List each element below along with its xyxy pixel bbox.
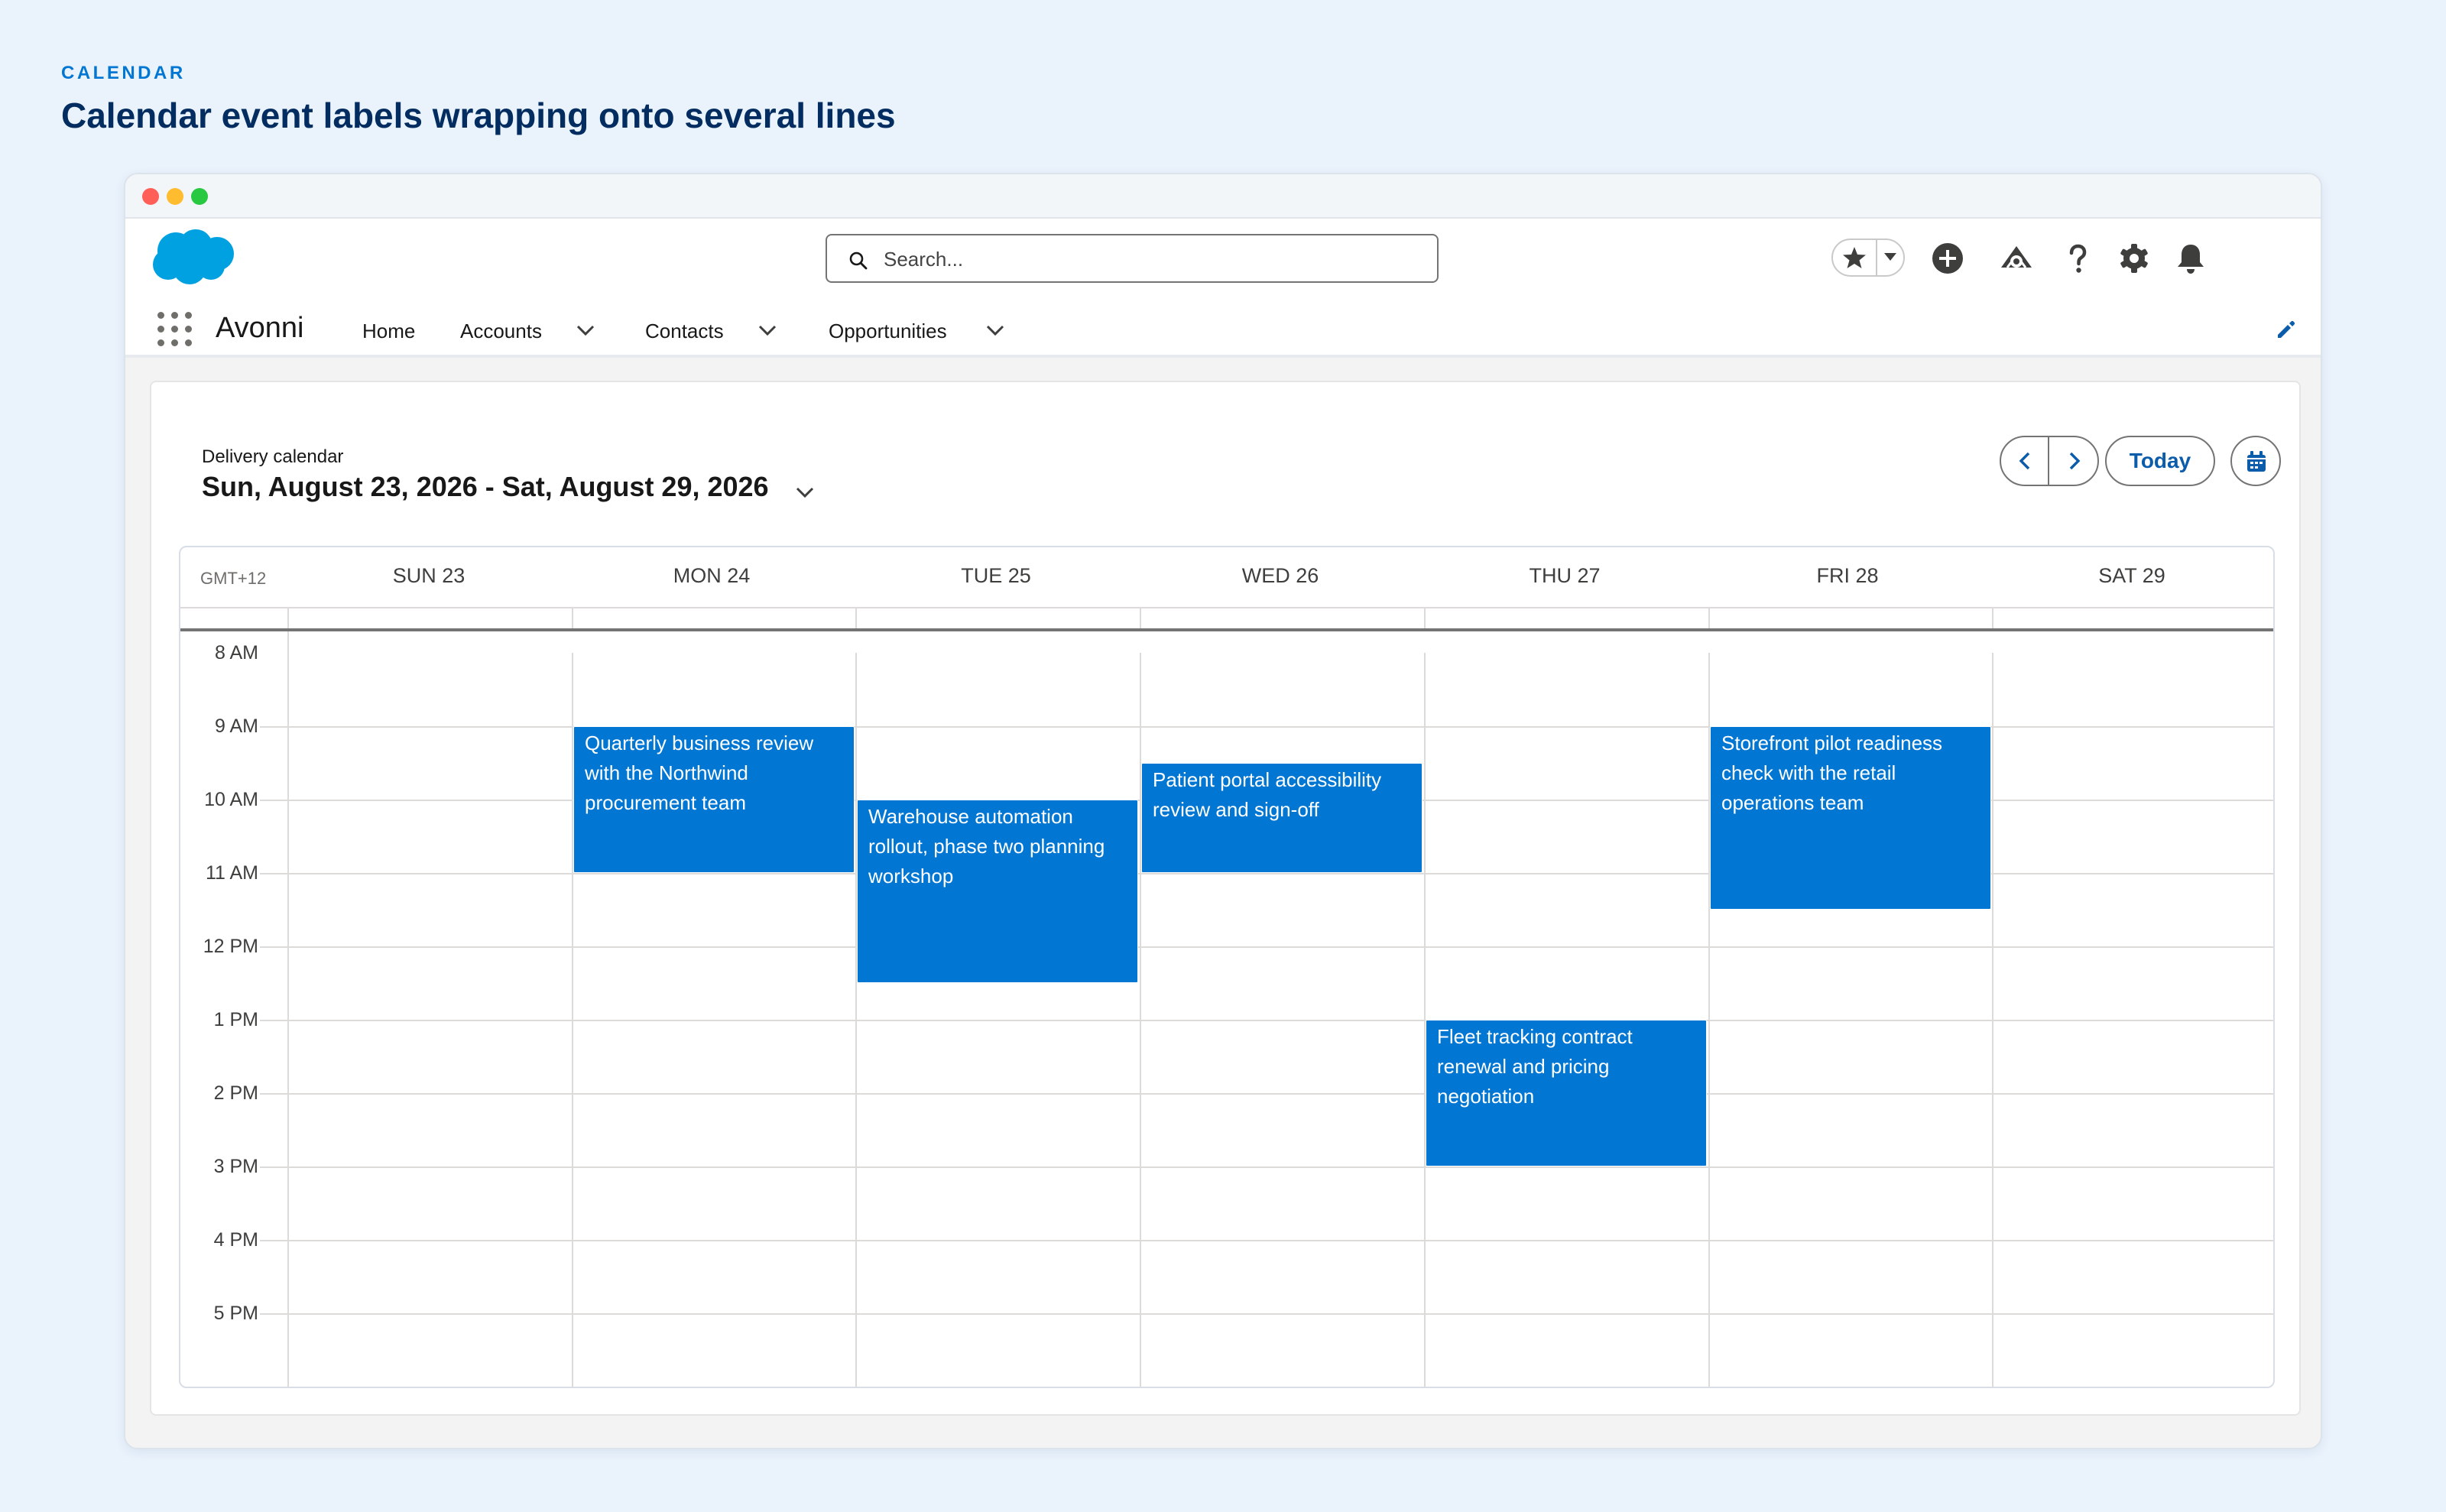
favorites-list-button[interactable]	[1877, 240, 1903, 275]
all-day-separator	[180, 628, 2273, 631]
allday-column-divider	[1424, 607, 1426, 628]
page-heading: Calendar event labels wrapping onto seve…	[61, 96, 896, 135]
hour-gridline	[260, 1093, 2273, 1095]
bell-icon	[2178, 245, 2204, 274]
app-launcher-icon[interactable]	[157, 312, 193, 347]
hour-label: 11 AM	[205, 862, 258, 884]
day-header-fri: FRI 28	[1816, 564, 1879, 587]
calendar-event[interactable]: Patient portal accessibility review and …	[1141, 763, 1423, 873]
salesforce-cloud-icon	[153, 229, 234, 284]
global-header	[125, 219, 2321, 301]
nav-item-contacts[interactable]: Contacts	[645, 320, 724, 343]
window-close-dot[interactable]	[142, 188, 159, 205]
window-minimize-dot[interactable]	[167, 188, 183, 205]
nav-item-opportunities[interactable]: Opportunities	[829, 320, 947, 343]
hour-label: 3 PM	[213, 1156, 258, 1177]
calendar-event[interactable]: Storefront pilot readiness check with th…	[1710, 726, 1991, 910]
hour-gridline	[260, 1387, 2275, 1388]
hour-label: 10 AM	[204, 789, 258, 810]
app-name: Avonni	[216, 312, 304, 344]
calendar-event[interactable]: Warehouse automation rollout, phase two …	[857, 800, 1138, 983]
help-button[interactable]	[2059, 240, 2096, 277]
header-divider	[180, 607, 2273, 608]
notifications-button[interactable]	[2172, 240, 2209, 277]
hour-gridline	[260, 1313, 2273, 1315]
allday-column-divider	[572, 607, 573, 628]
day-header-sat: SAT 29	[2098, 564, 2165, 587]
today-button[interactable]: Today	[2105, 436, 2215, 486]
window-titlebar	[125, 174, 2321, 219]
chevron-left-icon	[2019, 452, 2030, 470]
star-icon	[1843, 247, 1866, 268]
hour-gridline	[260, 1020, 2273, 1021]
day-header-tue: TUE 25	[961, 564, 1031, 587]
day-header-wed: WED 26	[1241, 564, 1319, 587]
previous-week-button[interactable]	[2001, 437, 2049, 485]
contacts-chevron-down-icon[interactable]	[757, 321, 778, 339]
nav-item-home[interactable]: Home	[362, 320, 415, 343]
hour-label: 12 PM	[203, 936, 258, 957]
opportunities-chevron-down-icon[interactable]	[985, 321, 1006, 339]
app-navigation-bar: Avonni Home Accounts Contacts Opportunit…	[125, 301, 2321, 358]
hour-label: 5 PM	[213, 1303, 258, 1324]
calendar-label: Delivery calendar	[202, 446, 344, 467]
calendar-card: Delivery calendar Sun, August 23, 2026 -…	[150, 381, 2301, 1416]
gear-icon	[2120, 244, 2148, 273]
accounts-chevron-down-icon[interactable]	[575, 321, 596, 339]
setup-button[interactable]	[2116, 240, 2152, 277]
search-icon	[849, 251, 868, 270]
calendar-event[interactable]: Quarterly business review with the North…	[573, 726, 855, 873]
hour-label: 4 PM	[213, 1229, 258, 1251]
allday-column-divider	[287, 607, 289, 628]
page-eyebrow: CALENDAR	[61, 63, 186, 83]
calendar-date-range[interactable]: Sun, August 23, 2026 - Sat, August 29, 2…	[202, 471, 769, 503]
day-column-divider	[287, 631, 289, 1387]
search-input[interactable]	[884, 245, 1419, 274]
allday-column-divider	[1140, 607, 1141, 628]
chevron-right-icon	[2069, 452, 2081, 470]
allday-column-divider	[1992, 607, 1993, 628]
allday-column-divider	[855, 607, 857, 628]
add-icon	[1932, 243, 1963, 274]
favorites-group	[1831, 238, 1905, 277]
global-search[interactable]	[826, 234, 1439, 283]
caret-down-icon	[1884, 253, 1896, 261]
hour-gridline	[260, 946, 2273, 948]
calendar-icon	[2247, 451, 2266, 472]
hour-label: 2 PM	[213, 1082, 258, 1104]
hour-label: 1 PM	[213, 1009, 258, 1030]
day-header-mon: MON 24	[673, 564, 751, 587]
edit-nav-pencil-icon[interactable]	[2273, 318, 2298, 342]
timezone-label: GMT+12	[200, 569, 267, 588]
window-maximize-dot[interactable]	[191, 188, 208, 205]
calendar-nav-group	[2000, 436, 2099, 486]
allday-column-divider	[1708, 607, 1710, 628]
hour-label: 8 AM	[215, 642, 258, 664]
hour-label: 9 AM	[215, 715, 258, 737]
date-picker-button[interactable]	[2230, 436, 2281, 486]
trailhead-button[interactable]	[1998, 240, 2035, 277]
next-week-button[interactable]	[2049, 437, 2097, 485]
trailhead-icon	[2001, 246, 2032, 268]
hour-gridline	[260, 1166, 2273, 1168]
hour-gridline	[260, 1240, 2273, 1241]
browser-window: Avonni Home Accounts Contacts Opportunit…	[124, 173, 2322, 1449]
day-header-sun: SUN 23	[392, 564, 466, 587]
week-view-grid: GMT+12 SUN 23 MON 24 TUE 25 WED 26 THU 2…	[179, 546, 2275, 1388]
global-actions-button[interactable]	[1929, 240, 1966, 277]
help-icon	[2069, 244, 2087, 273]
day-header-thu: THU 27	[1529, 564, 1601, 587]
calendar-event[interactable]: Fleet tracking contract renewal and pric…	[1426, 1020, 1707, 1166]
nav-item-accounts[interactable]: Accounts	[460, 320, 542, 343]
favorites-button[interactable]	[1833, 240, 1877, 275]
date-range-chevron-down-icon[interactable]	[793, 483, 816, 501]
